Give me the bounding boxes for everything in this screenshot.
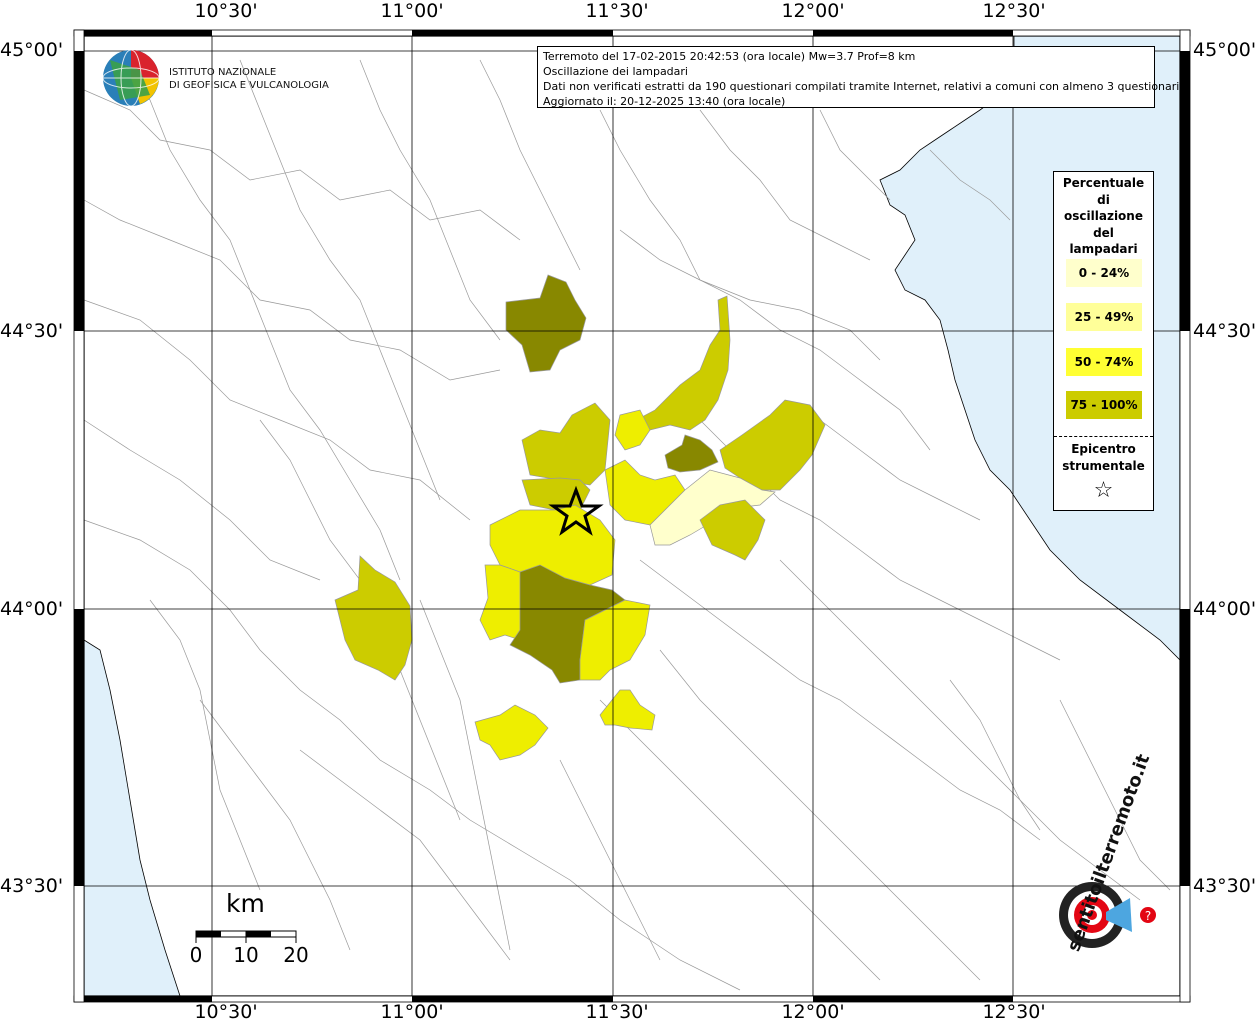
area-west-olive [334, 555, 413, 681]
legend-class-50-74: 50 - 74% [1066, 348, 1142, 376]
lat-label-right: 44°00' [1193, 598, 1256, 620]
lon-label-top: 11°30' [585, 0, 649, 22]
area-center-olive-1 [521, 402, 611, 486]
star-icon: ☆ [1093, 478, 1114, 503]
legend-class-25-49: 25 - 49% [1066, 303, 1142, 331]
scale-tick-label: 0 [189, 943, 203, 967]
area-north-dark [505, 274, 587, 373]
legend-title: Percentuale di oscillazione del lampadar… [1054, 175, 1153, 258]
legend-epicenter-line: Epicentro [1071, 442, 1136, 456]
ingv-line-2: DI GEOFISICA E VULCANOLOGIA [169, 80, 329, 91]
legend-class-75-100: 75 - 100% [1066, 391, 1142, 419]
lon-label-top: 12°00' [781, 0, 845, 22]
svg-text:?: ? [1145, 909, 1151, 923]
scale-bar [195, 930, 297, 943]
lon-label-top: 12°30' [982, 0, 1046, 22]
lat-label-left: 44°30' [0, 320, 64, 342]
area-ne-dark [664, 434, 719, 473]
map-canvas: ? sentitoilterremoto.it [73, 29, 1191, 1003]
legend-epicenter-line: strumentale [1062, 459, 1145, 473]
area-yellow-south-small [599, 689, 656, 731]
legend: Percentuale di oscillazione del lampadar… [1053, 171, 1154, 511]
lat-label-right: 44°30' [1193, 320, 1256, 342]
legend-class-0-24: 0 - 24% [1066, 259, 1142, 287]
scale-tick-label: 10 [233, 943, 259, 967]
event-info-line: Aggiornato il: 20-12-2025 13:40 (ora loc… [543, 95, 786, 108]
tyrrhenian-sea [83, 639, 181, 997]
lon-label-bottom: 12°30' [982, 1001, 1046, 1023]
lat-label-left: 43°30' [0, 875, 64, 897]
lon-label-bottom: 12°00' [781, 1001, 845, 1023]
ingv-logo-icon [102, 49, 160, 107]
lon-label-top: 11°00' [380, 0, 444, 22]
area-east-olive [719, 399, 826, 491]
event-info-line: Dati non verificati estratti da 190 ques… [543, 80, 1183, 93]
lat-label-left: 45°00' [0, 39, 64, 61]
lon-label-bottom: 11°30' [585, 1001, 649, 1023]
scale-tick-label: 20 [283, 943, 309, 967]
legend-epicenter-label: Epicentro strumentale [1054, 441, 1153, 475]
event-info-line: Oscillazione dei lampadari [543, 65, 688, 78]
area-yellow-southwest [474, 704, 549, 761]
legend-title-line: di [1097, 192, 1110, 207]
lon-label-bottom: 10°30' [194, 1001, 258, 1023]
lon-label-top: 10°30' [194, 0, 258, 22]
legend-title-line: del [1093, 225, 1114, 240]
lon-label-bottom: 11°00' [380, 1001, 444, 1023]
frame-bar-top [73, 29, 1191, 37]
scale-unit-label: km [226, 889, 265, 918]
event-info-line: Terremoto del 17-02-2015 20:42:53 (ora l… [543, 50, 916, 63]
lat-label-right: 43°30' [1193, 875, 1256, 897]
event-info-box: Terremoto del 17-02-2015 20:42:53 (ora l… [537, 46, 1183, 108]
frame-bar-right [1179, 29, 1191, 1003]
legend-title-line: oscillazione [1064, 209, 1143, 223]
legend-title-line: lampadari [1069, 242, 1138, 256]
ingv-logo-text: ISTITUTO NAZIONALE DI GEOFISICA E VULCAN… [169, 66, 329, 92]
lat-label-left: 44°00' [0, 598, 64, 620]
shaded-municipalities [334, 274, 826, 761]
ingv-line-1: ISTITUTO NAZIONALE [169, 67, 277, 78]
legend-title-line: Percentuale [1062, 176, 1145, 190]
legend-divider [1054, 436, 1153, 437]
lat-label-right: 45°00' [1193, 39, 1256, 61]
frame-bar-left [73, 29, 85, 1003]
area-ne-olive-strip [639, 295, 731, 431]
